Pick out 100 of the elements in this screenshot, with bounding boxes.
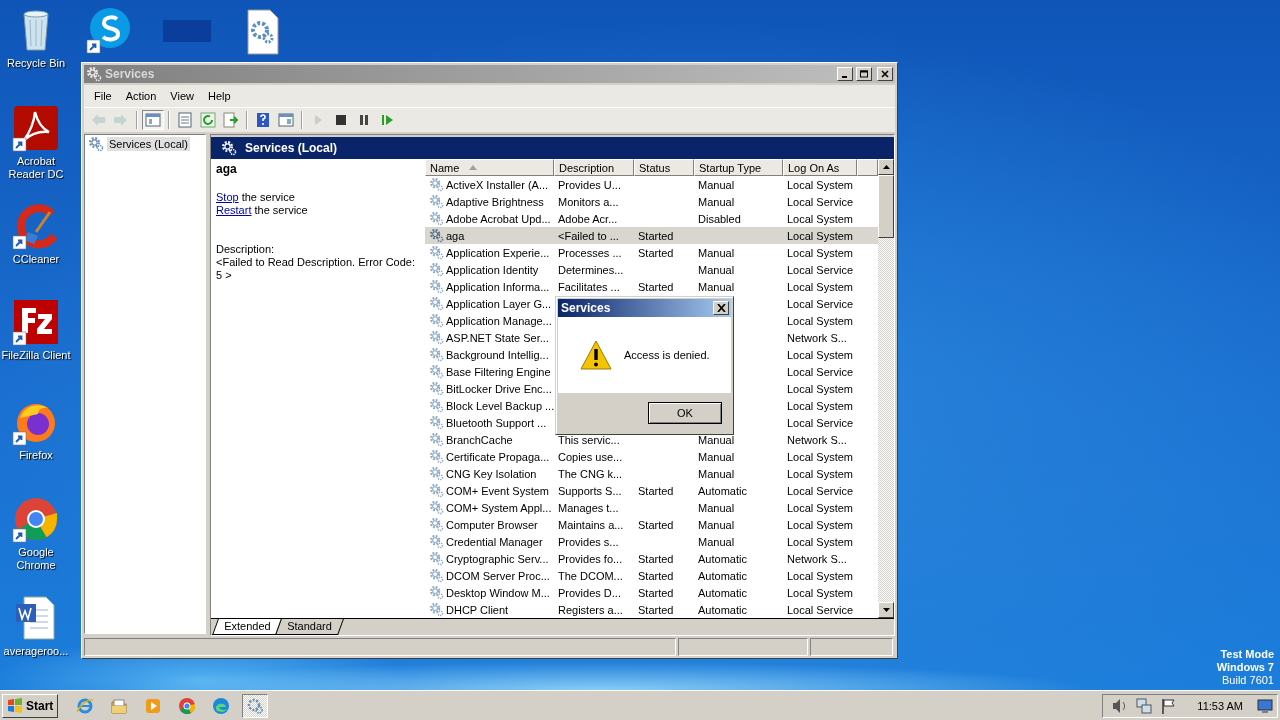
action-pane-button[interactable]	[275, 110, 297, 130]
back-arrow-icon	[90, 112, 106, 128]
tree-item[interactable]: Services (Local)	[107, 137, 190, 151]
menu-item[interactable]: Action	[119, 88, 163, 104]
desktop-icon-label[interactable]: averageroo...	[3, 645, 69, 658]
column-header[interactable]: Name	[425, 159, 554, 176]
service-name-cell[interactable]: Bluetooth Support ...	[446, 416, 547, 429]
fz-app-icon[interactable]	[12, 298, 60, 346]
table-cell: Supports S...	[558, 484, 622, 497]
cleaner-app-icon[interactable]	[12, 202, 60, 250]
service-name-cell[interactable]: Credential Manager	[446, 535, 543, 548]
network-icon[interactable]	[1135, 696, 1154, 715]
table-cell: Adobe Acr...	[558, 212, 618, 225]
service-name-cell[interactable]: Application Identity	[446, 263, 539, 276]
show-desktop-icon[interactable]	[1257, 698, 1273, 713]
os-notice-text: Build 7601	[1222, 674, 1274, 687]
desktop-icon-label[interactable]: Acrobat Reader DC	[0, 155, 72, 181]
service-name-cell[interactable]: aga	[446, 229, 465, 242]
media-player-icon	[144, 696, 163, 715]
menu-item[interactable]: Help	[201, 88, 237, 104]
menu-item[interactable]: View	[164, 88, 200, 104]
service-name-cell[interactable]: Certificate Propaga...	[446, 450, 550, 463]
maximize-button[interactable]	[856, 67, 872, 81]
desktop-icon-label[interactable]: Recycle Bin	[6, 57, 66, 70]
service-name-cell[interactable]: Base Filtering Engine	[446, 365, 551, 378]
service-name-cell[interactable]: Application Manage...	[446, 314, 552, 327]
service-name-cell[interactable]: BranchCache	[446, 433, 513, 446]
service-gear-icon	[429, 585, 444, 600]
view-tab[interactable]: Extended	[212, 619, 283, 635]
table-cell: Started	[638, 586, 674, 599]
table-cell: Processes ...	[558, 246, 622, 259]
table-cell: Started	[638, 280, 674, 293]
table-cell: Local System	[787, 450, 854, 463]
table-cell: Local Service	[787, 263, 854, 276]
taskbar-gear-button[interactable]	[242, 693, 269, 718]
service-name-cell[interactable]: BitLocker Drive Enc...	[446, 382, 552, 395]
column-header[interactable]: Log On As	[783, 159, 857, 176]
browser-icon[interactable]	[12, 495, 60, 543]
table-cell: Started	[638, 603, 674, 616]
table-cell: Local System	[787, 569, 854, 582]
table-cell: Manual	[698, 246, 735, 259]
close-button[interactable]	[713, 301, 729, 315]
service-name-cell[interactable]: CNG Key Isolation	[446, 467, 537, 480]
service-gear-icon	[429, 245, 444, 260]
description-label: Description:	[216, 243, 276, 256]
service-name-cell[interactable]: Adobe Acrobat Upd...	[446, 212, 551, 225]
column-header[interactable]: Status	[634, 159, 694, 176]
service-name-cell[interactable]: Application Informa...	[446, 280, 550, 293]
pdf-app-icon[interactable]	[12, 104, 60, 152]
service-name-cell[interactable]: Adaptive Brightness	[446, 195, 544, 208]
close-button[interactable]	[877, 67, 893, 81]
desktop-icon-label[interactable]: CCleaner	[12, 253, 60, 266]
service-name-cell[interactable]: DCOM Server Proc...	[446, 569, 550, 582]
close-icon	[880, 70, 890, 78]
service-name-cell[interactable]: Cryptographic Serv...	[446, 552, 549, 565]
desktop-icon-label[interactable]: FileZilla Client	[1, 349, 71, 362]
service-name-cell[interactable]: ASP.NET State Ser...	[446, 331, 549, 344]
service-name-cell[interactable]: Computer Browser	[446, 518, 538, 531]
table-cell: Copies use...	[558, 450, 623, 463]
column-header[interactable]: Description	[554, 159, 634, 176]
service-action-link[interactable]: Restart	[216, 204, 252, 216]
clock[interactable]: 11:53 AM	[1197, 699, 1243, 712]
menu-item[interactable]: File	[88, 88, 118, 104]
minimize-button[interactable]	[837, 67, 853, 81]
service-name-cell[interactable]: COM+ System Appl...	[446, 501, 552, 514]
start-button[interactable]: Start	[2, 693, 59, 718]
service-gear-icon	[429, 381, 444, 396]
ok-button[interactable]: OK	[648, 401, 722, 424]
desktop-icon-label[interactable]: Firefox	[19, 449, 53, 462]
scroll-down-button[interactable]	[878, 602, 894, 618]
service-name-cell[interactable]: DHCP Client	[446, 603, 509, 616]
service-name-cell[interactable]: Background Intellig...	[446, 348, 549, 361]
flag-icon[interactable]	[1159, 696, 1178, 715]
table-cell: Manual	[698, 280, 735, 293]
service-name-cell[interactable]: COM+ Event System	[446, 484, 549, 497]
service-name-cell[interactable]: ActiveX Installer (A...	[446, 178, 549, 191]
service-name-cell[interactable]: Desktop Window M...	[446, 586, 550, 599]
scroll-up-button[interactable]	[878, 159, 894, 175]
service-gear-icon	[429, 398, 444, 413]
table-cell: Manual	[698, 501, 735, 514]
view-tab[interactable]: Standard	[275, 619, 345, 635]
pane-header-title: Services (Local)	[245, 141, 338, 155]
desktop-icon-label[interactable]: Google Chrome	[0, 546, 72, 572]
scrollbar-thumb[interactable]	[878, 175, 894, 238]
console-tree-button[interactable]	[142, 110, 164, 130]
refresh-icon	[200, 112, 216, 128]
service-action-link[interactable]: Stop	[216, 191, 239, 203]
refresh-button[interactable]	[197, 110, 219, 130]
column-header[interactable]: Startup Type	[694, 159, 783, 176]
table-cell: Maintains a...	[558, 518, 624, 531]
service-name-cell[interactable]: Application Layer G...	[446, 297, 552, 310]
service-name-cell[interactable]: Application Experie...	[446, 246, 550, 259]
table-cell: Network S...	[787, 552, 847, 565]
service-name-cell[interactable]: Block Level Backup ...	[446, 399, 555, 412]
stop-icon	[333, 112, 349, 128]
table-cell: Network S...	[787, 331, 847, 344]
table-cell: Local Service	[787, 297, 854, 310]
table-cell: Local System	[787, 314, 854, 327]
description-text: <Failed to Read Description. Error Code: 5 >	[216, 256, 416, 282]
up-arrow-icon	[882, 165, 890, 169]
